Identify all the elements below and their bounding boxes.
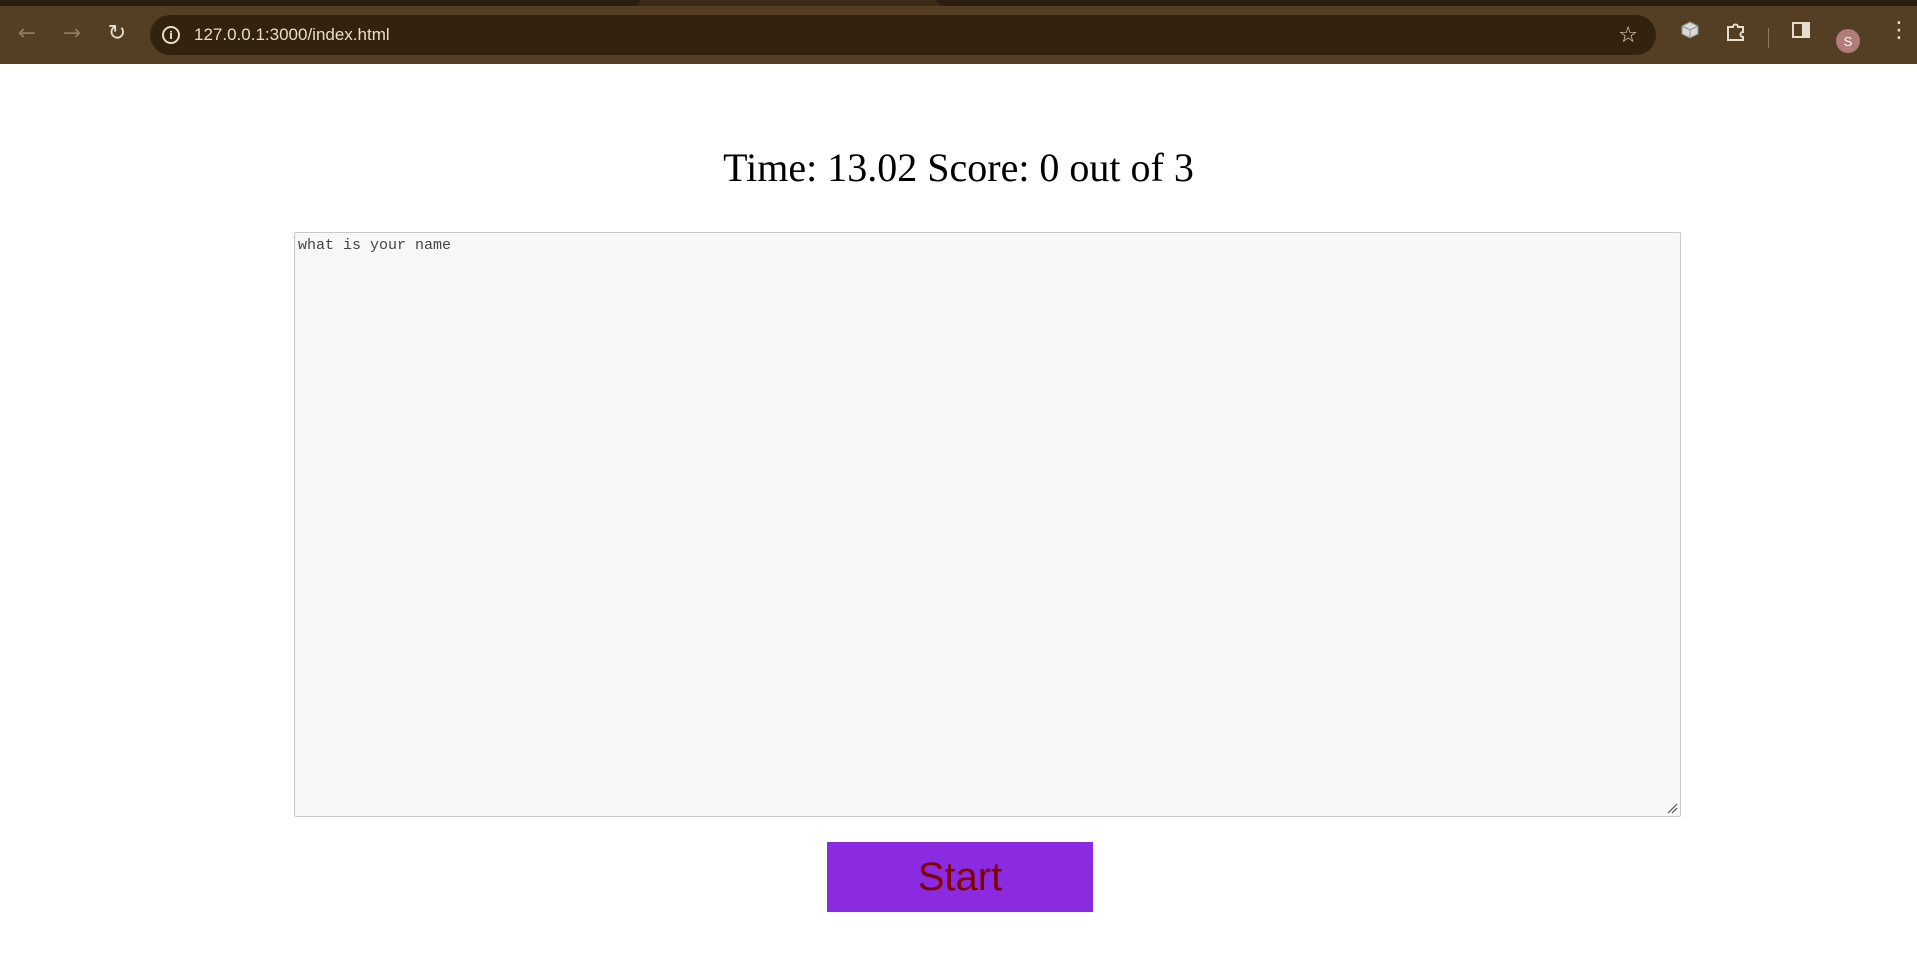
arrow-left-icon: ← [17, 21, 37, 46]
cube-icon[interactable] [1680, 20, 1700, 43]
puzzle-icon[interactable] [1725, 20, 1747, 45]
toolbar-separator [1768, 28, 1769, 48]
page-content: Time: 13.02 Score: 0 out of 3 Start [0, 64, 1917, 973]
resize-grip-icon[interactable] [1666, 802, 1678, 814]
address-bar[interactable]: i 127.0.0.1:3000/index.html ☆ [150, 15, 1656, 55]
avatar[interactable]: S [1836, 29, 1860, 53]
tab-strip-right [937, 0, 1917, 6]
forward-button[interactable]: → [54, 16, 90, 52]
reload-button[interactable]: ↻ [99, 16, 135, 52]
url-text[interactable]: 127.0.0.1:3000/index.html [194, 25, 390, 45]
arrow-right-icon: → [62, 21, 82, 46]
browser-toolbar: ← → ↻ i 127.0.0.1:3000/index.html ☆ S ⋮ [0, 0, 1917, 64]
reload-icon: ↻ [107, 21, 127, 46]
side-panel-icon[interactable] [1791, 20, 1811, 43]
answer-textarea[interactable] [294, 232, 1681, 817]
back-button[interactable]: ← [9, 16, 45, 52]
timer-score-status: Time: 13.02 Score: 0 out of 3 [723, 145, 1194, 190]
star-icon[interactable]: ☆ [1618, 23, 1638, 48]
info-icon[interactable]: i [162, 26, 180, 44]
start-button[interactable]: Start [827, 842, 1093, 912]
tab-strip-left [0, 0, 640, 6]
kebab-menu-icon[interactable]: ⋮ [1888, 20, 1910, 42]
